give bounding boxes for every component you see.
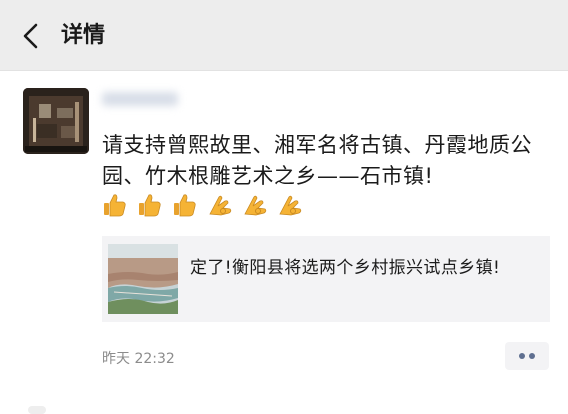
ok-hand-icon	[279, 195, 302, 216]
shared-article-card[interactable]: 定了!衡阳县将选两个乡村振兴试点乡镇!	[102, 236, 550, 322]
aerial-town-photo	[108, 244, 178, 314]
emoji-row	[102, 192, 307, 222]
thumbs-up-icon	[139, 194, 161, 217]
avatar[interactable]	[23, 88, 89, 154]
author-nickname[interactable]	[102, 92, 178, 106]
thumbs-up-icon	[104, 194, 126, 217]
nav-bar: 详情	[0, 0, 568, 70]
avatar-photo	[23, 88, 89, 154]
thumbs-up-icon	[174, 194, 196, 217]
nav-divider	[0, 70, 568, 71]
page-title: 详情	[61, 23, 106, 48]
ok-hand-icon	[209, 195, 232, 216]
post-timestamp: 昨天 22:32	[102, 351, 175, 367]
article-title: 定了!衡阳县将选两个乡村振兴试点乡镇!	[190, 258, 501, 278]
ok-hand-icon	[244, 195, 267, 216]
more-dots-icon	[529, 353, 535, 359]
more-dots-icon	[519, 353, 525, 359]
article-thumbnail	[108, 244, 178, 314]
more-actions-button[interactable]	[505, 342, 549, 370]
chevron-left-icon[interactable]	[20, 23, 42, 49]
comment-area-edge	[28, 406, 46, 414]
post-text: 请支持曾熙故里、湘军名将古镇、丹霞地质公园、竹木根雕艺术之乡——石市镇!	[102, 133, 532, 188]
